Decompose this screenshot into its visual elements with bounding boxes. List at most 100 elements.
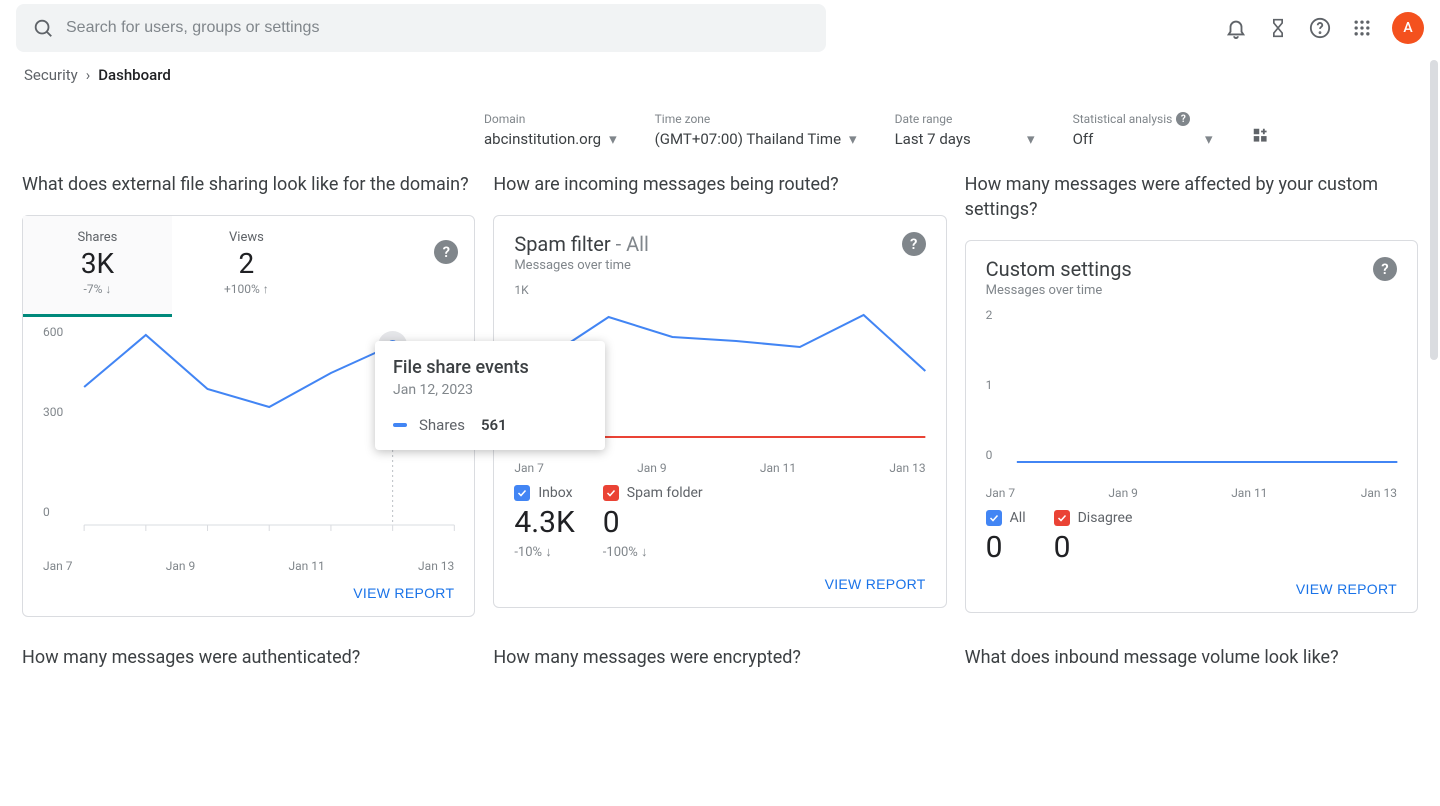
- tooltip-date: Jan 12, 2023: [393, 382, 587, 398]
- notifications-icon[interactable]: [1224, 16, 1248, 40]
- x-tick: Jan 13: [1361, 486, 1397, 500]
- filter-domain-label: Domain: [484, 112, 617, 126]
- filter-timezone-label: Time zone: [655, 112, 857, 126]
- card-subtitle: Messages over time: [514, 258, 649, 273]
- legend-value: 4.3K: [514, 505, 574, 540]
- legend-label: Disagree: [1078, 510, 1133, 526]
- card-question-file-sharing: What does external file sharing look lik…: [22, 172, 475, 197]
- checkbox-icon[interactable]: [603, 485, 619, 501]
- breadcrumb-parent[interactable]: Security: [24, 66, 78, 84]
- legend-value: 0: [603, 505, 703, 540]
- tab-views[interactable]: Views 2 +100% ↑: [172, 216, 321, 317]
- card-title-custom: Custom settings: [986, 257, 1132, 281]
- chart-custom: 2 1 0: [966, 302, 1417, 482]
- x-tick: Jan 9: [637, 461, 667, 475]
- checkbox-icon[interactable]: [986, 510, 1002, 526]
- x-tick: Jan 7: [514, 461, 544, 475]
- breadcrumb: Security › Dashboard: [0, 56, 1440, 100]
- x-tick: Jan 7: [43, 559, 73, 573]
- y-tick: 1: [986, 378, 993, 392]
- view-report-button[interactable]: VIEW REPORT: [1296, 581, 1397, 597]
- filter-stats[interactable]: Statistical analysis ? Off ▾: [1073, 112, 1213, 148]
- series-swatch-icon: [393, 423, 407, 427]
- info-icon: ?: [1176, 112, 1190, 126]
- legend-disagree[interactable]: Disagree 0: [1054, 510, 1133, 565]
- legend-spam-folder[interactable]: Spam folder 0 -100% ↓: [603, 485, 703, 560]
- x-tick: Jan 9: [166, 559, 196, 573]
- filter-daterange-label: Date range: [895, 112, 1035, 126]
- legend-delta: -10% ↓: [514, 544, 574, 560]
- help-icon[interactable]: ?: [434, 240, 458, 264]
- x-tick: Jan 13: [889, 461, 925, 475]
- legend-label: All: [1010, 510, 1026, 526]
- help-icon[interactable]: [1308, 16, 1332, 40]
- chart-file-sharing: 600 300 0 File share events Jan 12, 2: [23, 317, 474, 555]
- card-question-inbound: What does inbound message volume look li…: [965, 645, 1418, 670]
- x-tick: Jan 11: [289, 559, 325, 573]
- view-report-button[interactable]: VIEW REPORT: [353, 585, 454, 601]
- card-title-spam: Spam filter - All: [514, 232, 649, 256]
- search-icon: [32, 17, 54, 39]
- legend-value: 0: [1054, 530, 1133, 565]
- y-tick: 0: [43, 505, 50, 519]
- tab-shares-delta: -7% ↓: [84, 282, 112, 296]
- filter-stats-value: Off: [1073, 130, 1094, 148]
- tab-views-label: Views: [229, 230, 264, 245]
- tooltip-series: Shares: [419, 416, 465, 434]
- tab-views-delta: +100% ↑: [224, 282, 269, 296]
- filter-domain-value: abcinstitution.org: [484, 130, 601, 148]
- search-input[interactable]: [66, 19, 810, 37]
- y-tick: 0: [986, 448, 993, 462]
- card-subtitle: Messages over time: [986, 283, 1132, 298]
- help-icon[interactable]: ?: [902, 232, 926, 256]
- tab-shares-value: 3K: [81, 247, 114, 280]
- x-tick: Jan 9: [1108, 486, 1138, 500]
- breadcrumb-current: Dashboard: [98, 66, 171, 84]
- card-file-sharing: Shares 3K -7% ↓ Views 2 +100% ↑ ? 600 30…: [22, 215, 475, 617]
- avatar[interactable]: A: [1392, 12, 1424, 44]
- x-tick: Jan 13: [418, 559, 454, 573]
- x-tick: Jan 11: [760, 461, 796, 475]
- y-tick: 2: [986, 308, 993, 322]
- legend-value: 0: [986, 530, 1026, 565]
- filter-daterange-value: Last 7 days: [895, 130, 971, 148]
- add-widget-button[interactable]: [1251, 126, 1273, 148]
- checkbox-icon[interactable]: [514, 485, 530, 501]
- legend-inbox[interactable]: Inbox 4.3K -10% ↓: [514, 485, 574, 560]
- legend-label: Spam folder: [627, 485, 703, 501]
- chevron-right-icon: ›: [86, 66, 91, 84]
- chart-tooltip: File share events Jan 12, 2023 Shares 56…: [375, 341, 605, 450]
- filter-timezone[interactable]: Time zone (GMT+07:00) Thailand Time ▾: [655, 112, 857, 148]
- chevron-down-icon: ▾: [609, 130, 617, 148]
- view-report-button[interactable]: VIEW REPORT: [825, 576, 926, 592]
- apps-icon[interactable]: [1350, 16, 1374, 40]
- legend-label: Inbox: [538, 485, 572, 501]
- filter-stats-label: Statistical analysis ?: [1073, 112, 1213, 126]
- y-tick: 600: [43, 325, 63, 339]
- x-tick: Jan 7: [986, 486, 1016, 500]
- x-tick: Jan 11: [1231, 486, 1267, 500]
- legend-all[interactable]: All 0: [986, 510, 1026, 565]
- tab-views-value: 2: [239, 247, 255, 280]
- help-icon[interactable]: ?: [1373, 257, 1397, 281]
- filter-domain[interactable]: Domain abcinstitution.org ▾: [484, 112, 617, 148]
- tooltip-value: 561: [481, 416, 507, 434]
- legend-delta: -100% ↓: [603, 544, 703, 560]
- y-tick: 1K: [514, 283, 528, 297]
- card-question-custom: How many messages were affected by your …: [965, 172, 1418, 222]
- filter-daterange[interactable]: Date range Last 7 days ▾: [895, 112, 1035, 148]
- hourglass-icon[interactable]: [1266, 16, 1290, 40]
- card-question-encrypted: How many messages were encrypted?: [493, 645, 946, 670]
- tab-shares[interactable]: Shares 3K -7% ↓: [23, 216, 172, 317]
- tab-shares-label: Shares: [78, 230, 118, 245]
- filter-timezone-value: (GMT+07:00) Thailand Time: [655, 130, 841, 148]
- chevron-down-icon: ▾: [1205, 130, 1213, 148]
- chevron-down-icon: ▾: [849, 130, 857, 148]
- tooltip-title: File share events: [393, 357, 587, 378]
- y-tick: 300: [43, 405, 63, 419]
- scrollbar[interactable]: [1430, 60, 1438, 360]
- card-custom: Custom settings Messages over time ? 2 1…: [965, 240, 1418, 613]
- checkbox-icon[interactable]: [1054, 510, 1070, 526]
- search-field[interactable]: [16, 4, 826, 52]
- chevron-down-icon: ▾: [1027, 130, 1035, 148]
